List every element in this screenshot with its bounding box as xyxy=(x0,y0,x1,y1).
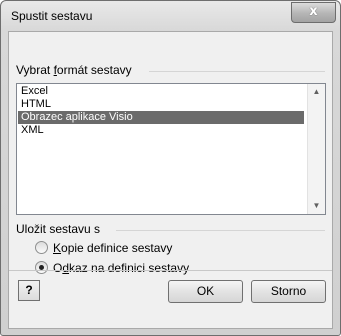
help-icon: ? xyxy=(25,283,33,297)
scroll-up-icon[interactable]: ▲ xyxy=(308,84,325,100)
dialog-window: Spustit sestavu x Vybrat formát sestavy … xyxy=(0,0,341,336)
list-item-html[interactable]: HTML xyxy=(18,98,304,111)
save-group-label: Uložit sestavu s xyxy=(16,222,101,236)
footer-divider xyxy=(9,270,332,271)
format-group-label: Vybrat formát sestavy xyxy=(16,63,132,77)
format-group-divider xyxy=(149,71,325,72)
window-title: Spustit sestavu xyxy=(11,9,93,23)
cancel-button[interactable]: Storno xyxy=(251,280,326,303)
radio-copy-definition[interactable]: Kopie definice sestavy xyxy=(35,240,172,256)
listbox-scrollbar[interactable]: ▲ ▼ xyxy=(307,84,325,214)
radio-checked-icon[interactable] xyxy=(35,261,48,274)
dialog-body: Vybrat formát sestavy Excel HTML Obrazec… xyxy=(8,31,333,329)
close-icon: x xyxy=(309,4,318,19)
radio-link-definition[interactable]: Odkaz na definici sestavy xyxy=(35,260,189,276)
ok-button[interactable]: OK xyxy=(168,280,243,303)
title-bar[interactable]: Spustit sestavu x xyxy=(1,1,340,31)
scroll-down-icon[interactable]: ▼ xyxy=(308,198,325,214)
save-group-divider xyxy=(116,230,325,231)
radio-unchecked-icon[interactable] xyxy=(35,241,48,254)
list-item-visio[interactable]: Obrazec aplikace Visio xyxy=(18,111,304,124)
list-item-excel[interactable]: Excel xyxy=(18,85,304,98)
format-listbox[interactable]: Excel HTML Obrazec aplikace Visio XML ▲ … xyxy=(16,83,326,215)
close-button[interactable]: x xyxy=(291,2,336,23)
list-item-xml[interactable]: XML xyxy=(18,124,304,137)
help-button[interactable]: ? xyxy=(18,280,40,301)
